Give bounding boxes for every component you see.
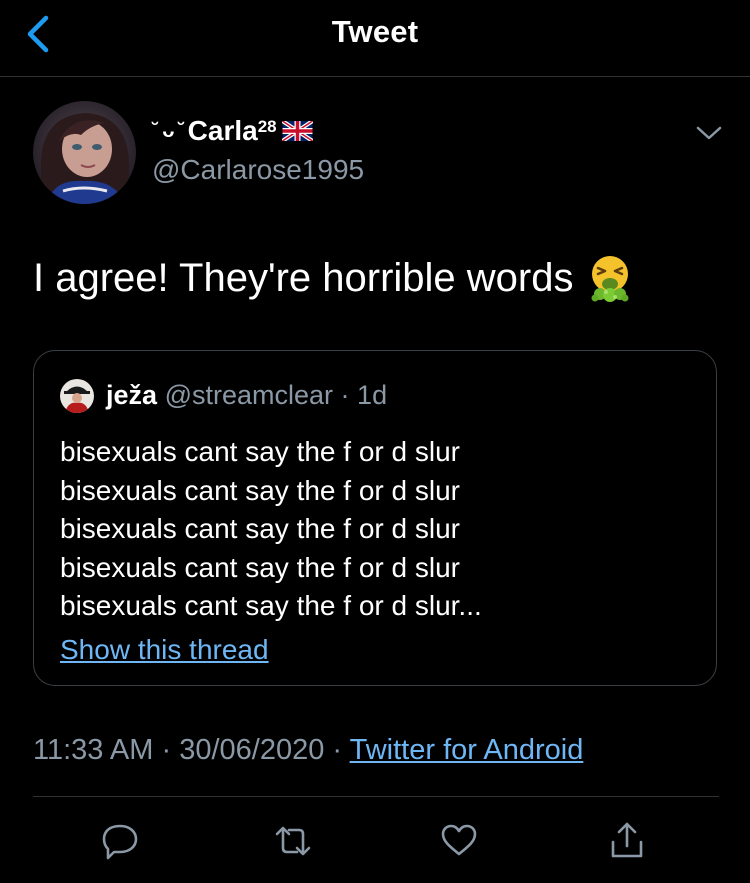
author-name-text: Carla (187, 115, 258, 146)
heart-icon (441, 824, 477, 856)
quoted-text-line: bisexuals cant say the f or d slur (60, 474, 460, 506)
quoted-text-line: bisexuals cant say the f or d slur... (60, 590, 482, 622)
uk-flag-icon (281, 121, 313, 141)
tweet-text: I agree! They're horrible words (33, 253, 632, 303)
divider (33, 796, 719, 797)
author-avatar[interactable] (33, 101, 136, 204)
tweet-metadata: 11:33 AM · 30/06/2020 · Twitter for Andr… (33, 734, 583, 767)
tweet-text-content: I agree! They're horrible words (33, 256, 574, 300)
page-title: Tweet (331, 14, 419, 49)
author-name[interactable]: ˘ ᴗ ˘ Carla 28 (152, 115, 313, 147)
quoted-text-line: bisexuals cant say the f or d slur (60, 436, 460, 467)
quoted-text-line: bisexuals cant say the f or d slur (60, 551, 460, 583)
meta-separator: · (332, 734, 343, 766)
tweet-date: 30/06/2020 (179, 734, 325, 766)
show-thread-link[interactable]: Show this thread (60, 634, 269, 666)
chevron-down-icon (696, 126, 722, 140)
vomiting-face-icon (591, 256, 628, 302)
author-face-glyph: ˘ ᴗ ˘ (152, 119, 185, 142)
quoted-tweet-text: bisexuals cant say the f or d slur bisex… (60, 433, 482, 626)
author-name-superscript: 28 (257, 117, 277, 136)
quoted-tweet-header: ježa @streamclear · 1d (106, 380, 387, 411)
retweet-button[interactable] (273, 820, 313, 862)
tweet-time: 11:33 AM (33, 734, 154, 766)
reply-icon (102, 824, 138, 860)
quoted-author-avatar[interactable] (60, 379, 94, 413)
quoted-separator: · (340, 380, 350, 410)
retweet-icon (275, 826, 311, 856)
author-handle[interactable]: @Carlarose1995 (152, 154, 364, 186)
share-button[interactable] (607, 820, 647, 862)
quoted-tweet-card[interactable]: ježa @streamclear · 1d bisexuals cant sa… (33, 350, 717, 686)
like-button[interactable] (439, 820, 479, 862)
meta-separator: · (161, 734, 172, 766)
quoted-text-line: bisexuals cant say the f or d slur (60, 513, 460, 545)
quoted-author-handle: @streamclear (164, 380, 334, 410)
share-icon (611, 822, 643, 858)
top-bar: Tweet (0, 0, 750, 77)
quoted-timestamp: 1d (357, 380, 388, 410)
reply-button[interactable] (100, 820, 140, 862)
more-options-button[interactable] (694, 122, 724, 144)
quoted-author-name: ježa (106, 380, 158, 410)
tweet-source-link[interactable]: Twitter for Android (350, 734, 584, 766)
